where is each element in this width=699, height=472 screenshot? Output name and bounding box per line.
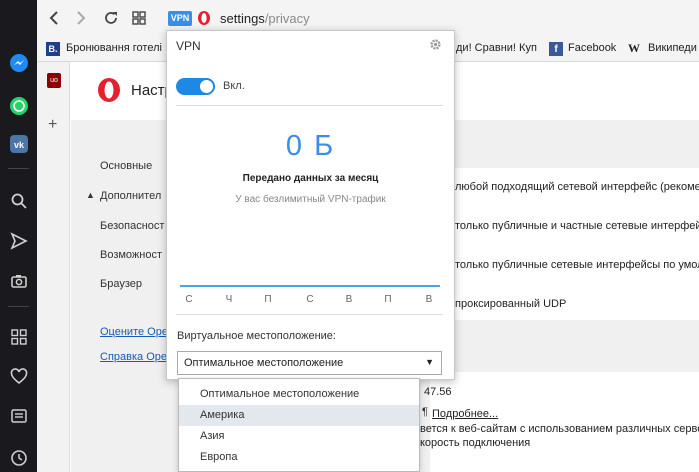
sidebar: vk xyxy=(0,0,37,472)
bookmark-compare[interactable]: ди! Сравни! Куп xyxy=(456,42,537,54)
more-info-link[interactable]: Подробнее... xyxy=(432,408,498,420)
day-label: С xyxy=(185,294,193,305)
day-label: В xyxy=(425,294,433,305)
divider xyxy=(176,314,443,315)
vpn-toggle-label: Вкл. xyxy=(223,80,245,92)
vpn-title: VPN xyxy=(176,39,201,53)
nav-browser[interactable]: Браузер xyxy=(100,278,142,290)
url-field[interactable]: settings/privacy xyxy=(220,11,310,26)
url-host: settings xyxy=(220,11,265,26)
facebook-icon: f xyxy=(549,42,563,56)
nav-security[interactable]: Безопасност xyxy=(100,220,164,232)
opera-logo-icon xyxy=(197,10,211,29)
ublock-icon[interactable]: uo xyxy=(47,73,61,88)
webrtc-option-proxied-udp[interactable]: проксированный UDP xyxy=(455,298,566,310)
day-label: С xyxy=(306,294,314,305)
heart-icon[interactable] xyxy=(8,366,29,387)
history-icon[interactable] xyxy=(8,447,29,468)
vpn-description-line1: вется к веб-сайтам с использованием разл… xyxy=(420,423,699,435)
back-icon[interactable] xyxy=(47,10,61,29)
search-icon[interactable] xyxy=(8,190,29,211)
url-path: /privacy xyxy=(264,11,310,26)
day-label: П xyxy=(384,294,392,305)
location-select[interactable]: Оптимальное местоположение ▼ xyxy=(177,351,442,375)
vpn-toggle[interactable] xyxy=(176,78,215,95)
webrtc-option-any[interactable]: любой подходящий сетевой интерфейс (реко… xyxy=(455,181,699,193)
webrtc-option-public-private[interactable]: только публичные и частные сетевые интер… xyxy=(455,220,699,232)
info-icon: ¶ xyxy=(422,406,428,418)
forward-icon[interactable] xyxy=(74,10,88,29)
tabs-grid-icon[interactable] xyxy=(132,11,146,28)
speed-dial-icon[interactable] xyxy=(8,326,29,347)
svg-text:vk: vk xyxy=(13,140,24,150)
bookmark-booking[interactable]: Бронювання готелі xyxy=(66,42,162,54)
vpn-data-amount: 0 Б xyxy=(285,130,336,162)
vpn-toggle-knob xyxy=(200,80,213,93)
settings-opera-logo-icon xyxy=(97,77,121,106)
location-dropdown: Оптимальное местоположение Америка Азия … xyxy=(178,378,420,472)
location-option-highlighted[interactable]: Америка xyxy=(179,405,419,426)
vpn-unlimited-text: У вас безлимитный VPN-трафик xyxy=(235,194,386,205)
location-label: Виртуальное местоположение: xyxy=(177,330,336,342)
vpn-settings-card xyxy=(430,372,699,472)
news-icon[interactable] xyxy=(8,405,29,426)
whatsapp-icon[interactable] xyxy=(8,95,29,116)
vk-icon[interactable]: vk xyxy=(8,133,29,154)
nav-basic[interactable]: Основные xyxy=(100,160,152,172)
vpn-badge[interactable]: VPN xyxy=(168,11,192,26)
divider xyxy=(176,105,443,106)
vpn-usage-graph-baseline xyxy=(180,285,440,287)
nav-advanced[interactable]: Дополнител xyxy=(100,190,161,202)
booking-favicon-icon: B. xyxy=(46,42,60,56)
reload-icon[interactable] xyxy=(103,10,119,29)
bookmark-wikipedia[interactable]: Википеди xyxy=(648,42,697,54)
gear-icon[interactable] xyxy=(429,38,442,54)
location-select-value: Оптимальное местоположение xyxy=(184,357,344,369)
day-label: В xyxy=(345,294,353,305)
webrtc-option-public[interactable]: только публичные сетевые интерфейсы по у… xyxy=(455,259,699,271)
messenger-icon[interactable] xyxy=(8,52,29,73)
vpn-data-caption: Передано данных за месяц xyxy=(242,173,379,184)
bookmark-facebook[interactable]: Facebook xyxy=(568,42,616,54)
camera-icon[interactable] xyxy=(8,270,29,291)
chevron-down-icon: ▼ xyxy=(425,357,434,367)
version-fragment: 47.56 xyxy=(424,386,452,398)
vpn-description-line2: корость подключения xyxy=(420,437,531,449)
send-icon[interactable] xyxy=(8,230,29,251)
day-label: Ч xyxy=(225,294,233,305)
wikipedia-icon: W xyxy=(628,41,640,55)
location-option[interactable]: Европа xyxy=(179,447,419,468)
nav-features[interactable]: Возможност xyxy=(100,249,162,261)
nav-expand-icon[interactable]: ▲ xyxy=(86,190,95,200)
day-label: П xyxy=(264,294,272,305)
location-option[interactable]: Азия xyxy=(179,426,419,447)
location-option[interactable]: Оптимальное местоположение xyxy=(179,384,419,405)
add-panel-icon[interactable]: + xyxy=(48,116,57,134)
